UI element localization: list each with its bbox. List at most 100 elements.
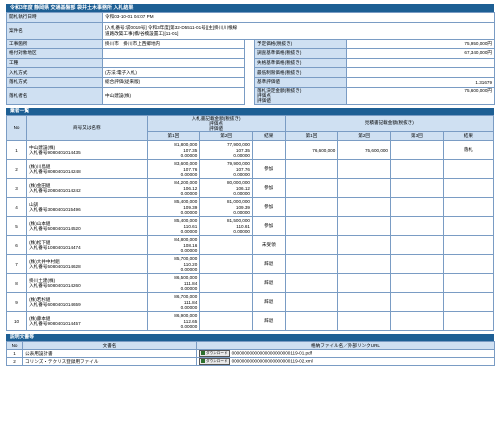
doc-no: 2: [6, 357, 23, 367]
neg-result: [442, 273, 495, 294]
info-label: 工種: [6, 57, 103, 69]
list-item: 1 公表用設計書 ダウンロード 00000000000000000000000119-…: [6, 349, 495, 359]
bid-value: 0.00000: [180, 209, 198, 215]
neg-round2: [337, 216, 391, 237]
col-neg-group: 見積書記載金額(税抜き): [284, 114, 495, 133]
neg-round2: 75,600,000: [337, 140, 391, 161]
info-value: [102, 57, 245, 69]
docs-body: 1 公表用設計書 ダウンロード 00000000000000000000000119-…: [6, 349, 495, 367]
info-value: 1.31679: [345, 76, 496, 88]
neg-result: 落札: [442, 140, 495, 161]
bid-value: 0.00000: [233, 228, 250, 234]
doc-no: 1: [6, 349, 23, 359]
info-label: 案件名: [6, 21, 103, 40]
bid-result: 辞退: [251, 254, 286, 275]
docs-col-no: No: [6, 341, 23, 351]
neg-result: [442, 254, 495, 275]
bid-value: 0.00000: [233, 209, 250, 215]
info-value: 75,600,000円: [345, 86, 496, 105]
neg-round3: [390, 254, 444, 275]
neg-round2: [337, 197, 391, 218]
bid-value: 0.00000: [180, 304, 198, 310]
docs-col-file: 格納ファイル名／外部リンクURL: [196, 341, 495, 351]
bid-result: 参加: [251, 159, 286, 180]
info-label: 落札決定金額(税抜き) 評価点 評価値: [254, 86, 347, 105]
docs-col-name: 文書名: [22, 341, 197, 351]
col-no: No: [5, 114, 28, 142]
neg-result: [442, 159, 495, 180]
bid-result: 参加: [251, 178, 286, 199]
bidders-body: 1 中山建設(株) 入札番号9080401014435 81,800,000 107.3…: [5, 140, 495, 332]
neg-round1: [284, 292, 339, 313]
info-value: 75,950,000円: [345, 38, 496, 50]
col-neg1: 第1回: [284, 131, 339, 142]
info-label: 予定価格(税抜き): [254, 38, 347, 50]
col-bid-group: 入札書記載金額(税抜き) 評価点 評価値: [146, 114, 286, 133]
table-row: 6 (株)松下組 入札番号1080401014474 84,800,000 108.16…: [5, 235, 495, 256]
row-no: 8: [5, 273, 28, 294]
neg-round1: [284, 216, 339, 237]
neg-result: [442, 311, 495, 332]
page: 令和3年度 静岡県 交通基盤部 袋井土木事務所 入札結果 開札執行日時 令和03…: [0, 0, 500, 435]
doc-file[interactable]: 00000000000000000000000119-02.xml: [232, 359, 313, 364]
info-value: [345, 67, 496, 78]
neg-round3: [390, 235, 444, 256]
row-no: 10: [5, 311, 28, 332]
neg-result: [442, 178, 495, 199]
neg-round3: [390, 311, 444, 332]
col-neg3: 第3回: [390, 131, 444, 142]
col-name: 商号又は名称: [26, 114, 148, 142]
download-icon: [201, 351, 205, 356]
row-no: 1: [5, 140, 28, 161]
neg-round1: [284, 197, 339, 218]
info-label: 調査基準価格(税抜き): [254, 48, 347, 59]
col-round1: 第1回: [146, 131, 201, 142]
neg-round3: [390, 273, 444, 294]
table-row: 10 (株)藤本組 入札番号9080401014457 86,900,000 112.6…: [5, 311, 495, 332]
doc-name: コリンズ・テクリス登録用ファイル: [22, 357, 197, 367]
table-row: 8 掛川土建(株) 入札番号5080401014260 86,500,000 111.8…: [5, 273, 495, 294]
neg-round2: [337, 254, 391, 275]
info-label: 入札方式: [6, 67, 103, 78]
download-icon: [201, 359, 205, 364]
row-no: 7: [5, 254, 28, 275]
download-button[interactable]: ダウンロード: [199, 350, 230, 357]
info-label: 失格基準価格(税抜き): [254, 57, 347, 69]
row-no: 6: [5, 235, 28, 256]
bid-value: 0.00000: [233, 171, 250, 177]
bidder-reg: 入札番号3080401015496: [29, 207, 81, 213]
table-row: 7 (株)大井中村組 入札番号5080401014628 85,700,000 110.…: [5, 254, 495, 275]
neg-result: [442, 292, 495, 313]
info-value: [入札番号:袋0019号] 令和3年度[第32-D5511-01号][主]掛川川…: [101, 21, 496, 40]
info-label: 開札執行日時: [6, 12, 103, 23]
info-value: 総合評価(従来版): [102, 76, 245, 88]
download-label: ダウンロード: [206, 359, 228, 364]
bid-value: 0.00000: [180, 228, 198, 234]
bidders-table: No 商号又は名称 入札書記載金額(税抜き) 評価点 評価値 見積書記載金額(税…: [5, 114, 495, 332]
bidder-reg: 入札番号1080401014474: [29, 245, 81, 251]
table-row: 2 (株)川島組 入札番号8080401014248 83,600,000 107.76…: [5, 159, 495, 180]
bid-value: 0.00000: [233, 152, 250, 158]
col-neg-result: 結果: [442, 131, 495, 142]
table-row: 1 中山建設(株) 入札番号9080401014435 81,800,000 107.3…: [5, 140, 495, 161]
bid-result: 辞退: [251, 311, 286, 332]
bid-value: 0.00000: [233, 190, 250, 196]
info-label: 基準評価値: [254, 76, 347, 88]
neg-round2: [337, 235, 391, 256]
info-value: 令和03-10-01 04:07 PM: [101, 12, 496, 23]
bid-value: 0.00000: [180, 266, 198, 272]
col-round2: 第2回: [199, 131, 253, 142]
row-no: 5: [5, 216, 28, 237]
neg-result: [442, 197, 495, 218]
bidder-reg: 入札番号5080401014520: [29, 226, 81, 232]
info-value: (方法:電子入札): [102, 67, 245, 78]
info-label: 落札者名: [6, 86, 103, 105]
download-button[interactable]: ダウンロード: [199, 358, 230, 365]
neg-round1: [284, 178, 339, 199]
bidder-reg: 入札番号5080401014260: [29, 283, 81, 289]
doc-file[interactable]: 00000000000000000000000119-01.pdf: [232, 351, 312, 356]
bid-value: 0.00000: [180, 285, 198, 291]
bid-value: 0.00000: [180, 171, 198, 177]
bid-result: 未受領: [251, 235, 286, 256]
neg-round3: [390, 197, 444, 218]
